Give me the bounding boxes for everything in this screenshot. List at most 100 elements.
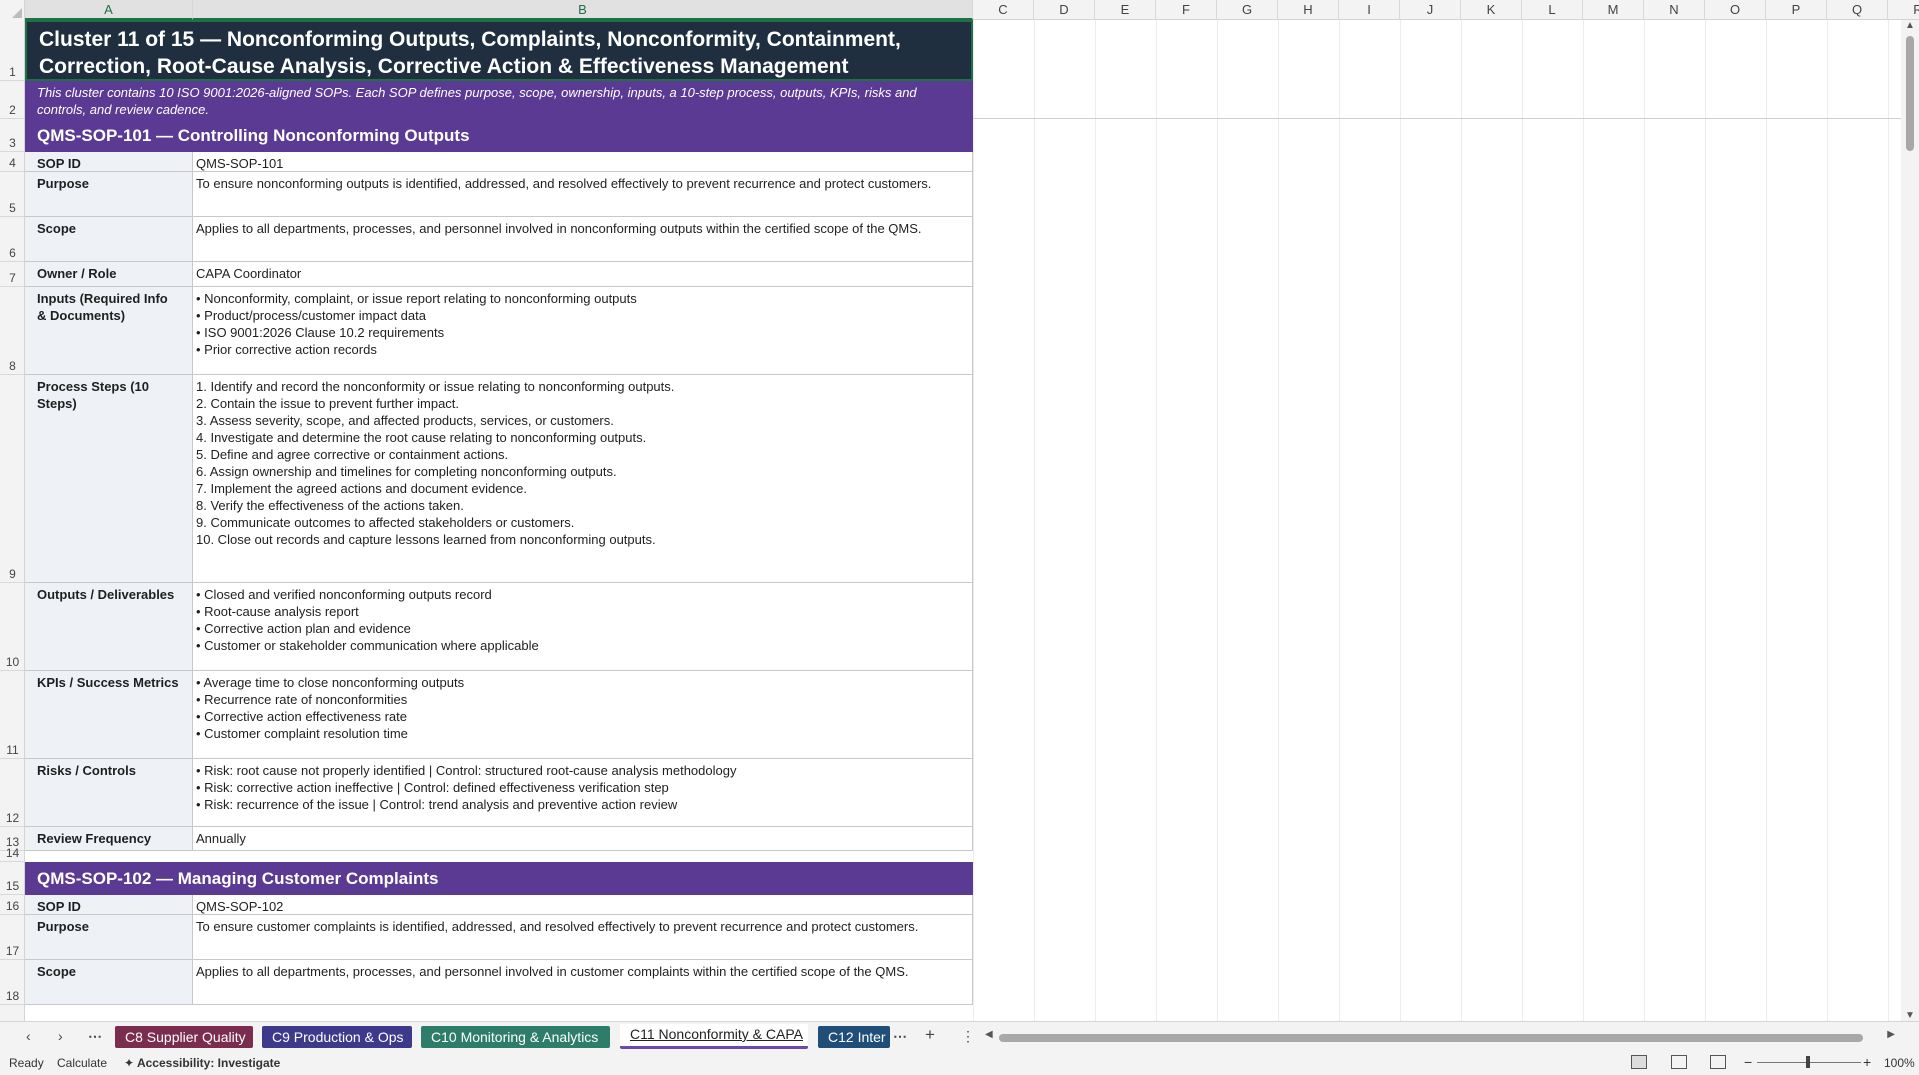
page-break-view-icon[interactable]: [1710, 1055, 1726, 1069]
sop1-value-cell[interactable]: 1. Identify and record the nonconformity…: [193, 375, 973, 583]
sop2-value-cell[interactable]: QMS-SOP-102: [193, 895, 973, 915]
scroll-left-icon[interactable]: ◀: [985, 1029, 993, 1040]
field-value-line: Applies to all departments, processes, a…: [196, 964, 909, 979]
column-header-f[interactable]: F: [1156, 0, 1217, 20]
sop2-label-cell[interactable]: Scope: [25, 960, 193, 1005]
sheet-tab[interactable]: C8 Supplier Quality: [115, 1026, 253, 1048]
row-header-4[interactable]: 4: [0, 152, 24, 172]
sop1-value-cell[interactable]: Applies to all departments, processes, a…: [193, 217, 973, 262]
column-header-m[interactable]: M: [1583, 0, 1644, 20]
sheet-options-icon[interactable]: ⋮: [961, 1028, 975, 1045]
column-header-p[interactable]: P: [1766, 0, 1827, 20]
row-header-8[interactable]: 8: [0, 287, 24, 375]
row-header-16[interactable]: 16: [0, 895, 24, 915]
field-label: Purpose: [37, 919, 90, 934]
sop1-value-cell[interactable]: CAPA Coordinator: [193, 262, 973, 287]
sop1-label-cell[interactable]: Risks / Controls: [25, 759, 193, 827]
row-header-3[interactable]: 3: [0, 119, 24, 152]
sop1-value-cell[interactable]: • Average time to close nonconforming ou…: [193, 671, 973, 759]
sop1-label-cell[interactable]: Process Steps (10 Steps): [25, 375, 193, 583]
column-header-i[interactable]: I: [1339, 0, 1400, 20]
row-header-1[interactable]: 1: [0, 20, 24, 81]
row-header-5[interactable]: 5: [0, 172, 24, 217]
zoom-slider-thumb[interactable]: [1806, 1056, 1810, 1068]
gridline: [1766, 20, 1767, 1021]
column-header-q[interactable]: Q: [1827, 0, 1888, 20]
column-header-l[interactable]: L: [1522, 0, 1583, 20]
sop2-label-cell[interactable]: Purpose: [25, 915, 193, 960]
row-header-11[interactable]: 11: [0, 671, 24, 759]
normal-view-icon[interactable]: [1631, 1055, 1647, 1069]
column-header-a[interactable]: A: [25, 0, 193, 20]
calculate-button[interactable]: Calculate: [57, 1056, 107, 1070]
sheet-tab[interactable]: C10 Monitoring & Analytics: [421, 1026, 610, 1048]
prev-sheet-icon[interactable]: ‹: [26, 1028, 31, 1044]
more-sheets-right-icon[interactable]: ⋯: [893, 1028, 907, 1045]
sop2-label-cell[interactable]: SOP ID: [25, 895, 193, 915]
column-header-c[interactable]: C: [973, 0, 1034, 20]
sop1-value-cell[interactable]: • Nonconformity, complaint, or issue rep…: [193, 287, 973, 375]
sop1-label-cell[interactable]: Owner / Role: [25, 262, 193, 287]
sop1-label-cell[interactable]: Scope: [25, 217, 193, 262]
zoom-in-icon[interactable]: +: [1863, 1054, 1871, 1070]
column-header-d[interactable]: D: [1034, 0, 1095, 20]
page-layout-view-icon[interactable]: [1671, 1055, 1687, 1069]
sop1-label-cell[interactable]: Purpose: [25, 172, 193, 217]
accessibility-status[interactable]: ✦ Accessibility: Investigate: [124, 1056, 280, 1070]
next-sheet-icon[interactable]: ›: [58, 1028, 63, 1044]
vertical-scroll-thumb[interactable]: [1906, 36, 1914, 151]
sop1-label-cell[interactable]: Review Frequency: [25, 827, 193, 851]
sop1-value-cell[interactable]: Annually: [193, 827, 973, 851]
column-header-o[interactable]: O: [1705, 0, 1766, 20]
horizontal-scrollbar[interactable]: ◀ ▶: [985, 1029, 1895, 1043]
column-header-j[interactable]: J: [1400, 0, 1461, 20]
sheet-tab[interactable]: C9 Production & Ops: [262, 1026, 412, 1048]
sop2-heading-cell[interactable]: QMS-SOP-102 — Managing Customer Complain…: [25, 862, 973, 895]
zoom-level[interactable]: 100%: [1884, 1056, 1915, 1070]
column-header-r[interactable]: R: [1888, 0, 1919, 20]
scroll-down-icon[interactable]: ▼: [1905, 1010, 1915, 1021]
row-header-15[interactable]: 15: [0, 862, 24, 895]
cluster-title-cell[interactable]: Cluster 11 of 15 — Nonconforming Outputs…: [25, 20, 973, 81]
row-header-10[interactable]: 10: [0, 583, 24, 671]
sheet-grid[interactable]: Cluster 11 of 15 — Nonconforming Outputs…: [25, 20, 1901, 1021]
column-header-k[interactable]: K: [1461, 0, 1522, 20]
row-header-6[interactable]: 6: [0, 217, 24, 262]
column-header-g[interactable]: G: [1217, 0, 1278, 20]
zoom-out-icon[interactable]: −: [1744, 1054, 1752, 1070]
scroll-right-icon[interactable]: ▶: [1887, 1029, 1895, 1040]
sop1-value-cell[interactable]: • Risk: root cause not properly identifi…: [193, 759, 973, 827]
cluster-description-cell[interactable]: This cluster contains 10 ISO 9001:2026-a…: [25, 81, 973, 119]
sop2-value-cell[interactable]: Applies to all departments, processes, a…: [193, 960, 973, 1005]
column-header-n[interactable]: N: [1644, 0, 1705, 20]
vertical-scrollbar[interactable]: ▲ ▼: [1901, 20, 1919, 1021]
row-header-12[interactable]: 12: [0, 759, 24, 827]
row-header-18[interactable]: 18: [0, 960, 24, 1005]
field-value-line: • Root-cause analysis report: [196, 604, 359, 619]
sheet-tab[interactable]: C12 Inter: [818, 1026, 890, 1048]
more-sheets-left-icon[interactable]: ⋯: [88, 1028, 102, 1045]
sheet-tab[interactable]: C11 Nonconformity & CAPA: [620, 1024, 808, 1049]
select-all-corner[interactable]: [0, 0, 25, 20]
sop1-label-cell[interactable]: SOP ID: [25, 152, 193, 172]
sop1-value-cell[interactable]: To ensure nonconforming outputs is ident…: [193, 172, 973, 217]
row-header-17[interactable]: 17: [0, 915, 24, 960]
sop1-value-cell[interactable]: QMS-SOP-101: [193, 152, 973, 172]
sop1-label-cell[interactable]: Inputs (Required Info & Documents): [25, 287, 193, 375]
row-header-14[interactable]: 14: [0, 846, 24, 862]
column-header-b[interactable]: B: [193, 0, 973, 20]
horizontal-scroll-thumb[interactable]: [999, 1034, 1863, 1042]
row-header-7[interactable]: 7: [0, 262, 24, 287]
sop2-value-cell[interactable]: To ensure customer complaints is identif…: [193, 915, 973, 960]
sop1-label-cell[interactable]: KPIs / Success Metrics: [25, 671, 193, 759]
sop1-value-cell[interactable]: • Closed and verified nonconforming outp…: [193, 583, 973, 671]
column-header-h[interactable]: H: [1278, 0, 1339, 20]
sop1-heading-cell[interactable]: QMS-SOP-101 — Controlling Nonconforming …: [25, 119, 973, 152]
row-header-2[interactable]: 2: [0, 81, 24, 119]
column-header-e[interactable]: E: [1095, 0, 1156, 20]
sop1-label-cell[interactable]: Outputs / Deliverables: [25, 583, 193, 671]
scroll-up-icon[interactable]: ▲: [1905, 20, 1915, 31]
field-value-line: • Product/process/customer impact data: [196, 308, 426, 323]
add-sheet-icon[interactable]: +: [925, 1025, 935, 1045]
row-header-9[interactable]: 9: [0, 375, 24, 583]
